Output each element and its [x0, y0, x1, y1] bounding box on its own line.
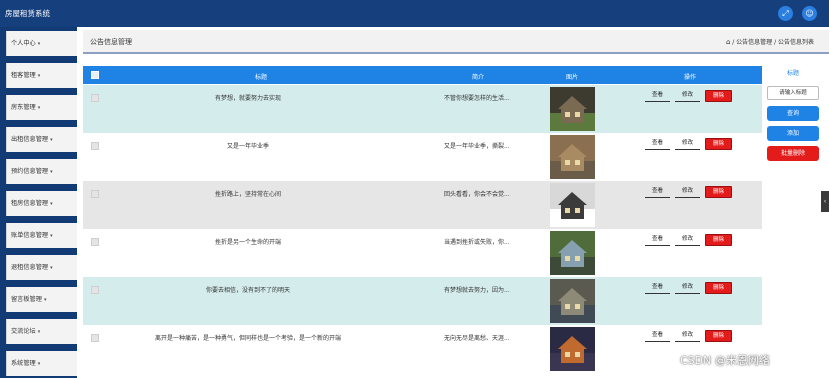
column-header-actions: 操作: [684, 74, 697, 81]
row-title: 挫折路上，坚持常在心间: [214, 191, 281, 198]
delete-button[interactable]: 删除: [705, 138, 732, 150]
row-intro: 有梦想就去努力，因为...: [444, 287, 510, 294]
view-button[interactable]: 查看: [645, 330, 670, 342]
sidebar-item-checkout[interactable]: 退租信息管理 ▾: [6, 255, 77, 280]
expand-icon[interactable]: ⤢: [778, 6, 793, 21]
delete-button[interactable]: 删除: [705, 330, 732, 342]
sidebar-item-label: 系统管理: [11, 360, 36, 367]
chevron-down-icon: ▾: [37, 41, 41, 47]
chevron-down-icon: ▾: [50, 233, 53, 239]
search-input[interactable]: 请输入标题: [767, 86, 819, 100]
sidebar-item-bills[interactable]: 账单信息管理 ▾: [6, 223, 77, 248]
sidebar-item-label: 租客管理: [11, 72, 36, 79]
sidebar: 个人中心 ▾ 租客管理 ▾ 房东管理 ▾ 出租信息管理 ▾ 预约信息管理 ▾ 租房信息管理…: [0, 27, 77, 378]
edit-button[interactable]: 修改: [675, 186, 700, 198]
view-button[interactable]: 查看: [645, 186, 670, 198]
chevron-down-icon: ▾: [37, 105, 41, 111]
add-button[interactable]: 添加: [767, 126, 819, 141]
house-thumbnail: [550, 87, 595, 131]
row-intro: 不管你想要怎样的生活...: [444, 95, 510, 102]
table-row: 你要去相信，没有到不了的明天 有梦想就去努力，因为... 查看 修改 删除: [83, 277, 762, 325]
table-row: 挫折是另一个生命的开端 当遇到挫折或失败，你... 查看 修改 删除: [83, 229, 762, 277]
edit-button[interactable]: 修改: [675, 234, 700, 246]
edit-button[interactable]: 修改: [675, 330, 700, 342]
row-intro: 又是一年毕业季，撕裂...: [444, 143, 510, 150]
table-row: 离开是一种痛苦，是一种勇气，但同样也是一个考验，是一个新的开端 无向无尽是离愁、天…: [83, 325, 762, 373]
view-button[interactable]: 查看: [645, 90, 670, 102]
sidebar-item-label: 账单信息管理: [11, 232, 49, 239]
column-header-intro: 简介: [472, 74, 485, 81]
column-header-image: 图片: [566, 74, 579, 81]
user-icon[interactable]: ☺: [802, 6, 817, 21]
sidebar-item-rental-info[interactable]: 出租信息管理 ▾: [6, 127, 77, 152]
row-title: 挫折是另一个生命的开端: [214, 239, 281, 246]
chevron-down-icon: ▾: [37, 361, 41, 367]
sidebar-item-renting[interactable]: 租房信息管理 ▾: [6, 191, 77, 216]
house-thumbnail: [550, 135, 595, 179]
view-button[interactable]: 查看: [645, 234, 670, 246]
sidebar-item-label: 预约信息管理: [11, 168, 49, 175]
column-header-title[interactable]: 标题: [255, 72, 267, 81]
edit-button[interactable]: 修改: [675, 282, 700, 294]
house-thumbnail: [550, 279, 595, 323]
breadcrumb: ⌂ / 公告信息管理 / 公告信息列表: [724, 37, 814, 46]
delete-button[interactable]: 删除: [705, 234, 732, 246]
sidebar-item-landlord[interactable]: 房东管理 ▾: [6, 95, 77, 120]
chevron-down-icon: ▾: [37, 73, 41, 79]
chevron-down-icon: ▾: [37, 329, 41, 335]
delete-button[interactable]: 删除: [705, 282, 732, 294]
sidebar-item-label: 个人中心: [11, 40, 36, 47]
app-title: 房屋租赁系统: [5, 9, 50, 18]
edit-button[interactable]: 修改: [675, 138, 700, 150]
query-button[interactable]: 查询: [767, 106, 819, 121]
table-row: 挫折路上，坚持常在心间 回头看看，你会不会觉... 查看 修改 删除: [83, 181, 762, 229]
row-intro: 当遇到挫折或失败，你...: [444, 239, 510, 246]
select-all-checkbox[interactable]: [91, 71, 99, 79]
table-row: 又是一年毕业季 又是一年毕业季，撕裂... 查看 修改 删除: [83, 133, 762, 181]
watermark: CSDN @米恩网络: [680, 354, 770, 367]
chevron-down-icon: ▾: [50, 169, 53, 175]
sidebar-item-system[interactable]: 系统管理 ▾: [6, 351, 77, 376]
sidebar-item-tenant[interactable]: 租客管理 ▾: [6, 63, 77, 88]
row-title: 离开是一种痛苦，是一种勇气，但同样也是一个考验，是一个新的开端: [154, 335, 341, 342]
sidebar-item-label: 退租信息管理: [11, 264, 49, 271]
sidebar-item-label: 房东管理: [11, 104, 36, 111]
delete-button[interactable]: 删除: [705, 186, 732, 198]
row-intro: 无向无尽是离愁、天涯...: [444, 335, 510, 342]
edit-button[interactable]: 修改: [675, 90, 700, 102]
view-button[interactable]: 查看: [645, 138, 670, 150]
sidebar-item-booking[interactable]: 预约信息管理 ▾: [6, 159, 77, 184]
breadcrumb-text[interactable]: / 公告信息管理 / 公告信息列表: [732, 39, 814, 46]
chevron-down-icon: ▾: [50, 137, 53, 143]
house-thumbnail: [550, 231, 595, 275]
chevron-down-icon: ▾: [50, 265, 53, 271]
sidebar-item-label: 出租信息管理: [11, 136, 49, 143]
search-label: 标题: [786, 70, 799, 77]
sidebar-item-label: 交流论坛: [11, 328, 36, 335]
house-thumbnail: [550, 327, 595, 371]
sidebar-item-message-board[interactable]: 留言板管理 ▾: [6, 287, 77, 312]
content-header: 公告信息管理 ⌂ / 公告信息管理 / 公告信息列表: [83, 30, 829, 54]
page-title: 公告信息管理: [90, 38, 132, 46]
delete-button[interactable]: 删除: [705, 90, 732, 102]
house-thumbnail: [550, 183, 595, 227]
row-title: 你要去相信，没有到不了的明天: [205, 287, 290, 294]
sidebar-item-forum[interactable]: 交流论坛 ▾: [6, 319, 77, 344]
sidebar-item-personal-center[interactable]: 个人中心 ▾: [6, 31, 77, 56]
row-title: 又是一年毕业季: [226, 143, 269, 150]
view-button[interactable]: 查看: [645, 282, 670, 294]
top-bar: 房屋租赁系统 ⤢ ☺: [0, 0, 829, 27]
batch-delete-button[interactable]: 批量删除: [767, 146, 819, 161]
sidebar-item-label: 留言板管理: [11, 296, 42, 303]
divider: [83, 52, 829, 54]
collapse-handle[interactable]: ‹: [821, 191, 829, 212]
sidebar-item-label: 租房信息管理: [11, 200, 49, 207]
table-row: 有梦想，就要努力去实现 不管你想要怎样的生活... 查看 修改 删除: [83, 85, 762, 133]
chevron-down-icon: ▾: [43, 297, 47, 303]
row-title: 有梦想，就要努力去实现: [214, 95, 281, 102]
table-header: 标题 简介 图片 操作: [83, 66, 762, 84]
row-intro: 回头看看，你会不会觉...: [444, 191, 510, 198]
chevron-down-icon: ▾: [50, 201, 53, 207]
